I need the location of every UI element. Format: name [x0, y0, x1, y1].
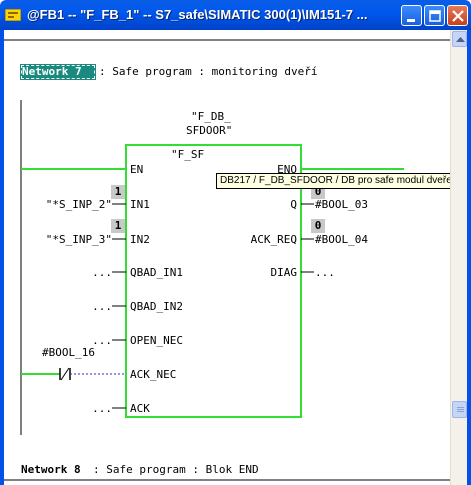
pin-ack: ACK	[130, 402, 150, 415]
pin-diag: DIAG	[271, 266, 298, 279]
pin-en: EN	[130, 163, 143, 176]
ladder-editor-area[interactable]: "F_DB_ SFDOOR" "F_SF EN IN1 IN2 QBAD_IN1…	[4, 30, 450, 485]
operand-qbad-in2[interactable]: ...	[92, 300, 112, 313]
pin-open-nec: OPEN_NEC	[130, 334, 183, 347]
operand-ack-nec-contact[interactable]: #BOOL_16	[42, 346, 95, 359]
contact-nc-slash	[60, 367, 70, 381]
minimize-button[interactable]	[401, 5, 422, 26]
vertical-scrollbar[interactable]	[450, 30, 467, 485]
pin-in1: IN1	[130, 198, 150, 211]
pin-ack-nec: ACK_NEC	[130, 368, 176, 381]
network-7-comment: : Safe program : monitoring dveří	[99, 65, 318, 78]
network-8-comment: : Safe program : Blok END	[93, 463, 259, 476]
operand-ack-req[interactable]: #BOOL_04	[315, 233, 368, 246]
close-icon	[452, 10, 464, 22]
pin-in2: IN2	[130, 233, 150, 246]
operand-diag[interactable]: ...	[315, 266, 335, 279]
operand-qbad-in1[interactable]: ...	[92, 266, 112, 279]
window-frame-right	[467, 30, 471, 485]
network-7-label: Network 7	[22, 65, 82, 78]
operand-ack[interactable]: ...	[92, 402, 112, 415]
scroll-up-button[interactable]	[452, 31, 467, 47]
pin-qbad-in1: QBAD_IN1	[130, 266, 183, 279]
pin-ack-req: ACK_REQ	[251, 233, 297, 246]
maximize-icon	[429, 10, 441, 22]
network-8-label[interactable]: Network 8	[21, 463, 81, 476]
minimize-icon	[407, 19, 415, 22]
status-value-in2: 1	[111, 219, 125, 233]
thumb-grip	[457, 411, 464, 412]
pin-qbad-in2: QBAD_IN2	[130, 300, 183, 313]
thumb-grip	[457, 407, 464, 408]
close-button[interactable]	[447, 5, 468, 26]
thumb-grip	[457, 409, 464, 410]
pin-q: Q	[290, 198, 297, 211]
operand-open-nec[interactable]: ...	[92, 334, 112, 347]
maximize-button[interactable]	[424, 5, 445, 26]
instance-db-name-line1: "F_DB_	[191, 110, 231, 123]
operand-q[interactable]: #BOOL_03	[315, 198, 368, 211]
chevron-up-icon	[456, 37, 465, 42]
status-value-ack-req: 0	[311, 219, 325, 233]
network-7-label-box[interactable]: Network 7	[20, 64, 96, 80]
window-title-bar[interactable]: @FB1 -- "F_FB_1" -- S7_safe\SIMATIC 300(…	[0, 0, 471, 30]
block-name: "F_SF	[171, 148, 204, 161]
db-tooltip: DB217 / F_DB_SFDOOR / DB pro safe modul …	[216, 173, 450, 189]
instance-db-name-line2: SFDOOR"	[186, 124, 232, 137]
operand-in1[interactable]: "*S_INP_2"	[46, 198, 112, 211]
status-value-in1: 1	[111, 185, 125, 199]
scrollbar-thumb[interactable]	[452, 401, 467, 418]
window-title: @FB1 -- "F_FB_1" -- S7_safe\SIMATIC 300(…	[27, 7, 368, 22]
operand-in2[interactable]: "*S_INP_3"	[46, 233, 112, 246]
app-icon	[5, 9, 21, 21]
ladder-diagram: "F_DB_ SFDOOR" "F_SF EN IN1 IN2 QBAD_IN1…	[4, 39, 450, 481]
